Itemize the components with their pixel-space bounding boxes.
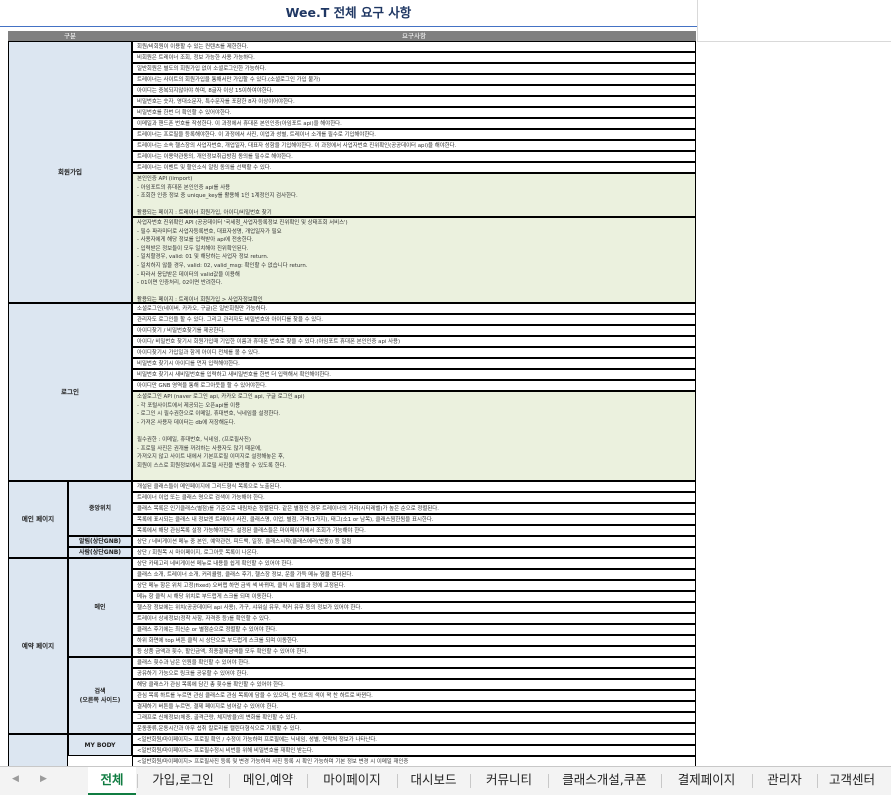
column-divider [697, 0, 698, 41]
spreadsheet-sheet[interactable]: Wee.T 전체 요구 사항 구분 요구사항 회원/비회원이 이용할 수 있는 … [0, 0, 891, 766]
requirement-cell[interactable]: 비밀번호를 한번 더 확인할 수 있어야한다. [132, 107, 696, 118]
tab-separator [307, 774, 308, 788]
requirement-cell[interactable]: 개설된 클래스들이 메인페이지에 그리드형식 목록으로 노출된다. [132, 481, 696, 492]
subcategory-cell[interactable]: 알림(상단GNB) [68, 536, 132, 547]
requirement-cell[interactable]: 트레이너 이업 또는 클래스 명으로 검색이 가능해야 한다. [132, 492, 696, 503]
requirement-cell[interactable]: 트레이너 상세정보(정착 사항, 자격증 등)를 확인할 수 있다. [132, 613, 696, 624]
requirement-cell[interactable]: 목록에서 해당 관심목록 설정 가능해야한다. 설정된 클래스들은 마이페이지에… [132, 525, 696, 536]
requirement-cell[interactable]: 트레이너는 프로필을 등록해야한다. 이 과정에서 사진, 이업과 성별, 트레… [132, 129, 696, 140]
header-group: 구분 [8, 31, 132, 41]
requirement-cell[interactable]: <일반회원/마이페이지> 프로필수정시 비번을 위해 비밀번호를 재확인 받는다… [132, 745, 696, 756]
requirements-table: 회원/비회원이 이용할 수 있는 컨텐츠를 제한한다. 비회원은 트레이너 조회,… [8, 41, 697, 766]
requirement-cell[interactable]: 아이디찾기 / 비밀번호찾기를 제공한다. [132, 325, 696, 336]
requirement-cell[interactable]: 아이디/ 비밀번호 찾기시 회원가입때 기입한 이름과 휴대폰 번호로 찾을 수… [132, 336, 696, 347]
requirement-cell[interactable]: 소셜로그인 API (naver 로그인 api, 카카오 로그인 api, 구… [132, 391, 696, 481]
requirement-cell[interactable]: 아이디는 중복되지않아야 하며, 8글자 이상 15이하여야한다. [132, 85, 696, 96]
tab-separator [752, 774, 753, 788]
requirement-cell[interactable]: 클래스 후기에는 최신순 or 별점순으로 정렬할 수 있어야 한다. [132, 624, 696, 635]
requirement-cell[interactable]: <일반회원/마이페이지> 프로필사진 등록 및 변경 가능하며 사진 등록 시 … [132, 756, 696, 766]
tab-separator [817, 774, 818, 788]
sheet-tab[interactable]: 클래스개설,쿠폰 [549, 767, 660, 795]
subcategory-cell[interactable]: 중앙위치 [68, 481, 132, 536]
sheet-tab[interactable]: 가입,로그인 [138, 767, 228, 795]
requirement-cell[interactable]: 클래스 소개, 트레이너 소개, 커리큘럼, 클래스 후기, 헬스장 정보, 운… [132, 569, 696, 580]
requirement-cell[interactable]: 클래스 횟수과 남은 인원을 확인할 수 있어야 한다. [132, 657, 696, 668]
requirement-cell[interactable]: 아이디찾기시 가입일과 함께 아이디 전체를 볼 수 있다. [132, 347, 696, 358]
requirement-cell[interactable]: 헬스장 정보에는 위치(공공데이터 api 사용), 가구, 샤워실 유무, 락… [132, 602, 696, 613]
tab-separator [661, 774, 662, 788]
requirement-cell[interactable]: 본인인증 API (iimport) - 아임포트의 휴대폰 본인인증 api를… [132, 173, 696, 217]
tab-scroll-left-icon[interactable]: ◀ [12, 774, 19, 784]
tab-separator [548, 774, 549, 788]
requirement-cell[interactable]: 비밀번호는 숫자, 영대소문자, 특수문자를 포함한 8자 이상이어야한다. [132, 96, 696, 107]
sheet-tab[interactable]: 고객센터 [818, 767, 886, 795]
subcategory-cell[interactable]: MY BODY [68, 734, 132, 756]
category-cell[interactable]: 로그인 [8, 303, 132, 481]
sheet-tab[interactable]: 전체 [88, 767, 136, 795]
sheet-tab[interactable]: 관리자 [753, 767, 816, 795]
requirement-cell[interactable]: 비밀번호 찾기시 새비밀번호를 입력하고 새비밀번호를 한번 더 입력해서 확인… [132, 369, 696, 380]
requirement-cell[interactable]: 클래스 목록은 인기클래스(별점)를 기준으로 내림차순 정렬된다. 같은 별점… [132, 503, 696, 514]
category-cell[interactable]: 예약 페이지 [8, 558, 68, 734]
category-cell[interactable]: 회원가입 [8, 41, 132, 303]
category-cell[interactable]: 메인 페이지 [8, 481, 68, 558]
subcategory-cell[interactable]: 사람(상단GNB) [68, 547, 132, 558]
tab-separator [397, 774, 398, 788]
requirement-cell[interactable]: <일반회원/마이페이지> 프로필 확인 / 수정이 가능하며 프로필에는 닉네임… [132, 734, 696, 745]
requirement-cell[interactable]: 일반회원은 별도의 회원가입 없이 소셜로그인한 가능하다. [132, 63, 696, 74]
requirement-cell[interactable]: 관리자도 로그인을 할 수 있다. 그리고 관리자도 비밀번호와 아이디를 찾을… [132, 314, 696, 325]
sheet-tab[interactable]: 결제페이지 [662, 767, 751, 795]
requirement-cell[interactable]: 비밀번호 찾기시 아이디를 먼저 입력해야한다. [132, 358, 696, 369]
subcategory-cell[interactable]: 메인 [68, 558, 132, 657]
requirement-cell[interactable]: 운동종류,운동시간과 아무 섭취 칼로리를 캘린더형식으로 기록할 수 있다. [132, 723, 696, 734]
requirement-cell[interactable]: 트레이너는 사이트의 회원가입을 통해서만 가입할 수 있다.(소셜로그인 가입… [132, 74, 696, 85]
requirement-cell[interactable]: 하위 화면에 top 버튼 클릭 시 상단으로 부드럽게 스크롤 되며 이동한다… [132, 635, 696, 646]
requirement-cell[interactable]: 회원/비회원이 이용할 수 있는 컨텐츠를 제한한다. [132, 41, 696, 52]
subcategory-cell[interactable]: 검색 (오른쪽 사이드) [68, 657, 132, 734]
requirement-cell[interactable]: 등 상품 금액과 횟수, 할인금액, 최종결제금액을 모두 확인할 수 있어야 … [132, 646, 696, 657]
sheet-tab[interactable]: 커뮤니티 [471, 767, 547, 795]
tab-separator [470, 774, 471, 788]
tab-separator [229, 774, 230, 788]
requirement-cell[interactable]: 트레이너는 이용약관동의, 개인정보취급방침 동의를 필수로 해야한다. [132, 151, 696, 162]
requirement-cell[interactable]: 그래프로 신체정보(체중, 골격근량, 체지방율)의 변화를 확인할 수 있다. [132, 712, 696, 723]
title-underline [0, 26, 697, 27]
header-requirements: 요구사항 [132, 31, 696, 41]
tab-separator [137, 774, 138, 788]
requirement-cell[interactable]: 목록에 표시되는 클래스 내 정보엔 트레이너 사진, 클래스명, 이업, 별점… [132, 514, 696, 525]
sheet-tab-bar: ◀ ▶ 전체 가입,로그인 메인,예약 마이페이지 대시보드 커뮤니티 클래스개설,쿠폰 결제… [0, 766, 891, 795]
sheet-tab[interactable]: 대시보드 [398, 767, 469, 795]
requirement-cell[interactable]: 아이디만 GNB 영역을 통해 로그아웃을 할 수 있어야한다. [132, 380, 696, 391]
sheet-tab[interactable]: 메인,예약 [230, 767, 306, 795]
requirement-cell[interactable]: 소셜로그인(네이버, 카카오, 구글)은 일반회원만 가능하다. [132, 303, 696, 314]
requirement-cell[interactable]: 상단 / 네비게이션 메뉴 중 본인, 예약관련, 피드백, 일정, 클래스시작… [132, 536, 696, 547]
row-divider [697, 41, 891, 42]
requirement-cell[interactable]: 상단 카테고리 네비게이션 메뉴로 내용을 쉽게 확인할 수 있어야 한다. [132, 558, 696, 569]
requirement-cell[interactable]: 상단 / 회원목 시 마이페이지, 로그아웃 목록이 나온다. [132, 547, 696, 558]
requirement-cell[interactable]: 사업자번호 진위확인 API (공공데이터 '국세청_사업자등록정보 진위확인 … [132, 217, 696, 303]
requirement-cell[interactable]: 트레이너는 이벤트 및 할인소식 알림 동의를 선택할 수 있다. [132, 162, 696, 173]
requirement-cell[interactable]: 관심 목록 하트를 누르면 관심 클래스로 관심 목록에 담을 수 있으며, 빈… [132, 690, 696, 701]
requirement-cell[interactable]: 이메일과 핸드폰 번호를 작성한다. 이 과정에서 휴대폰 본인인증(아임포트 … [132, 118, 696, 129]
requirement-cell[interactable]: 비회원은 트레이너 조회, 정보 가능한 사용 가능하다. [132, 52, 696, 63]
sheet-tab[interactable]: 마이페이지 [308, 767, 396, 795]
requirement-cell[interactable]: 메뉴 항 클릭 시 해당 위치로 부드럽게 스크롤 되며 이동한다. [132, 591, 696, 602]
requirement-cell[interactable]: 공유하기 가능으로 링크를 공유할 수 있어야 한다. [132, 668, 696, 679]
requirement-cell[interactable]: 결제하기 버튼을 누르면, 결제 페이지로 넘어갈 수 있어야 한다. [132, 701, 696, 712]
category-cell[interactable] [8, 734, 68, 766]
requirement-cell[interactable]: 해당 클래스가 관심 목록에 담긴 총 횟수를 확인할 수 있어야 한다. [132, 679, 696, 690]
sheet-title: Wee.T 전체 요구 사항 [285, 5, 412, 20]
requirement-cell[interactable]: 트레이너는 소속 헬스장의 사업자번호, 개업일자, 대표자 성함을 기입해야한… [132, 140, 696, 151]
tab-scroll-right-icon[interactable]: ▶ [40, 774, 47, 784]
requirement-cell[interactable]: 상단 메뉴 항은 위치 고정(fixed) 오버랩 하면 금씩 섹 바뀌며, 클… [132, 580, 696, 591]
